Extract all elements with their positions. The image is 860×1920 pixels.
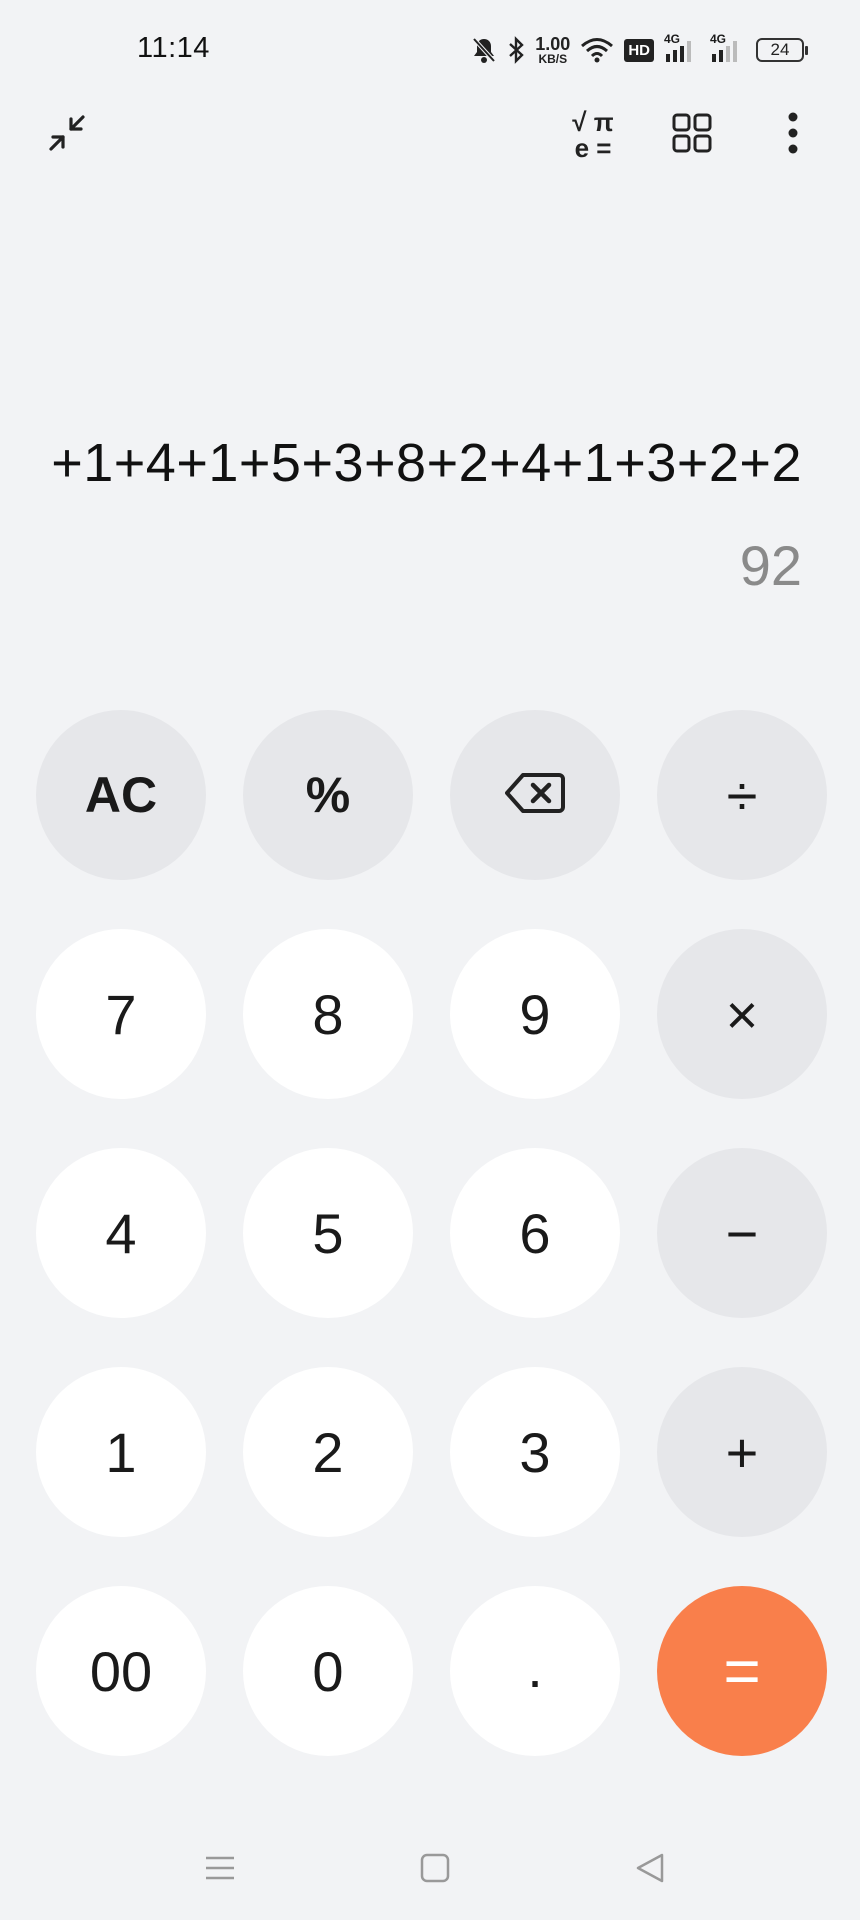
signal-icon: 4G xyxy=(710,32,746,64)
home-button[interactable] xyxy=(395,1830,475,1910)
minus-button[interactable]: − xyxy=(657,1148,827,1318)
plus-button[interactable]: + xyxy=(657,1367,827,1537)
network-type: 4G xyxy=(710,32,727,46)
key-6[interactable]: 6 xyxy=(450,1148,620,1318)
key-label: . xyxy=(527,1635,543,1699)
key-label: 1 xyxy=(105,1420,137,1484)
key-label: + xyxy=(725,1420,759,1484)
speed-unit: KB/S xyxy=(538,52,568,66)
decimal-button[interactable]: . xyxy=(450,1586,620,1756)
network-speed: 1.00 KB/S xyxy=(535,35,570,65)
backspace-button[interactable] xyxy=(450,710,620,880)
home-icon xyxy=(419,1852,451,1889)
backspace-icon xyxy=(505,763,565,828)
key-label: = xyxy=(723,1635,761,1707)
sci-icon-top: √ π xyxy=(572,107,614,137)
expression-text: +1+4+1+5+3+8+2+4+1+3+2+2 xyxy=(51,433,802,493)
grid-button[interactable] xyxy=(657,100,727,170)
network-type: 4G xyxy=(664,32,681,46)
key-0[interactable]: 0 xyxy=(243,1586,413,1756)
key-label: 6 xyxy=(519,1201,551,1265)
navigation-bar xyxy=(0,1830,860,1920)
status-bar: 11:14 1.00 KB/S HD 4G 4G 24 xyxy=(0,0,860,100)
ac-button[interactable]: AC xyxy=(36,710,206,880)
key-label: − xyxy=(725,1201,759,1265)
key-label: 00 xyxy=(89,1639,153,1703)
key-label: × xyxy=(725,982,759,1046)
more-icon xyxy=(787,111,799,160)
key-label: % xyxy=(305,767,351,823)
multiply-button[interactable]: × xyxy=(657,929,827,1099)
collapse-button[interactable] xyxy=(32,100,102,170)
key-label: 8 xyxy=(312,982,344,1046)
speed-value: 1.00 xyxy=(535,34,571,54)
key-1[interactable]: 1 xyxy=(36,1367,206,1537)
key-label: 9 xyxy=(519,982,551,1046)
expression-display[interactable]: +1+4+1+5+3+8+2+4+1+3+2+2 xyxy=(22,432,802,494)
grid-icon xyxy=(671,112,713,159)
hd-icon: HD xyxy=(624,38,654,62)
key-label: ÷ xyxy=(726,763,758,827)
key-5[interactable]: 5 xyxy=(243,1148,413,1318)
signal-icon: 4G xyxy=(664,32,700,64)
key-label: 2 xyxy=(312,1420,344,1484)
result-display: 92 xyxy=(739,534,802,597)
percent-button[interactable]: % xyxy=(243,710,413,880)
divide-button[interactable]: ÷ xyxy=(657,710,827,880)
key-label: 5 xyxy=(312,1201,344,1265)
scientific-button[interactable]: √ π e = xyxy=(558,100,628,170)
wifi-icon xyxy=(580,36,614,64)
menu-icon xyxy=(204,1852,236,1889)
equals-button[interactable]: = xyxy=(657,1586,827,1756)
keypad: AC% ÷ 7 8 9 × 4 5 6−1 2 3 +00 0. = xyxy=(36,710,827,1756)
key-label: 7 xyxy=(105,982,137,1046)
back-button[interactable] xyxy=(610,1830,690,1910)
toolbar: √ π e = xyxy=(0,100,860,170)
status-time: 11:14 xyxy=(137,32,210,64)
key-3[interactable]: 3 xyxy=(450,1367,620,1537)
key-00[interactable]: 00 xyxy=(36,1586,206,1756)
back-icon xyxy=(634,1852,666,1889)
mute-bell-icon xyxy=(471,36,497,64)
bluetooth-icon xyxy=(507,36,525,64)
key-label: 0 xyxy=(312,1639,344,1703)
key-4[interactable]: 4 xyxy=(36,1148,206,1318)
key-label: AC xyxy=(84,767,158,823)
key-2[interactable]: 2 xyxy=(243,1367,413,1537)
menu-button[interactable] xyxy=(180,1830,260,1910)
status-icons: 1.00 KB/S HD 4G 4G 24 xyxy=(471,30,808,70)
key-label: 3 xyxy=(519,1420,551,1484)
key-9[interactable]: 9 xyxy=(450,929,620,1099)
sci-icon-bottom: e = xyxy=(574,133,612,163)
battery-icon: 24 xyxy=(756,38,808,62)
key-8[interactable]: 8 xyxy=(243,929,413,1099)
key-7[interactable]: 7 xyxy=(36,929,206,1099)
more-options-button[interactable] xyxy=(758,100,828,170)
collapse-icon xyxy=(45,111,89,160)
key-label: 4 xyxy=(105,1201,137,1265)
scientific-icon: √ π e = xyxy=(572,109,613,161)
